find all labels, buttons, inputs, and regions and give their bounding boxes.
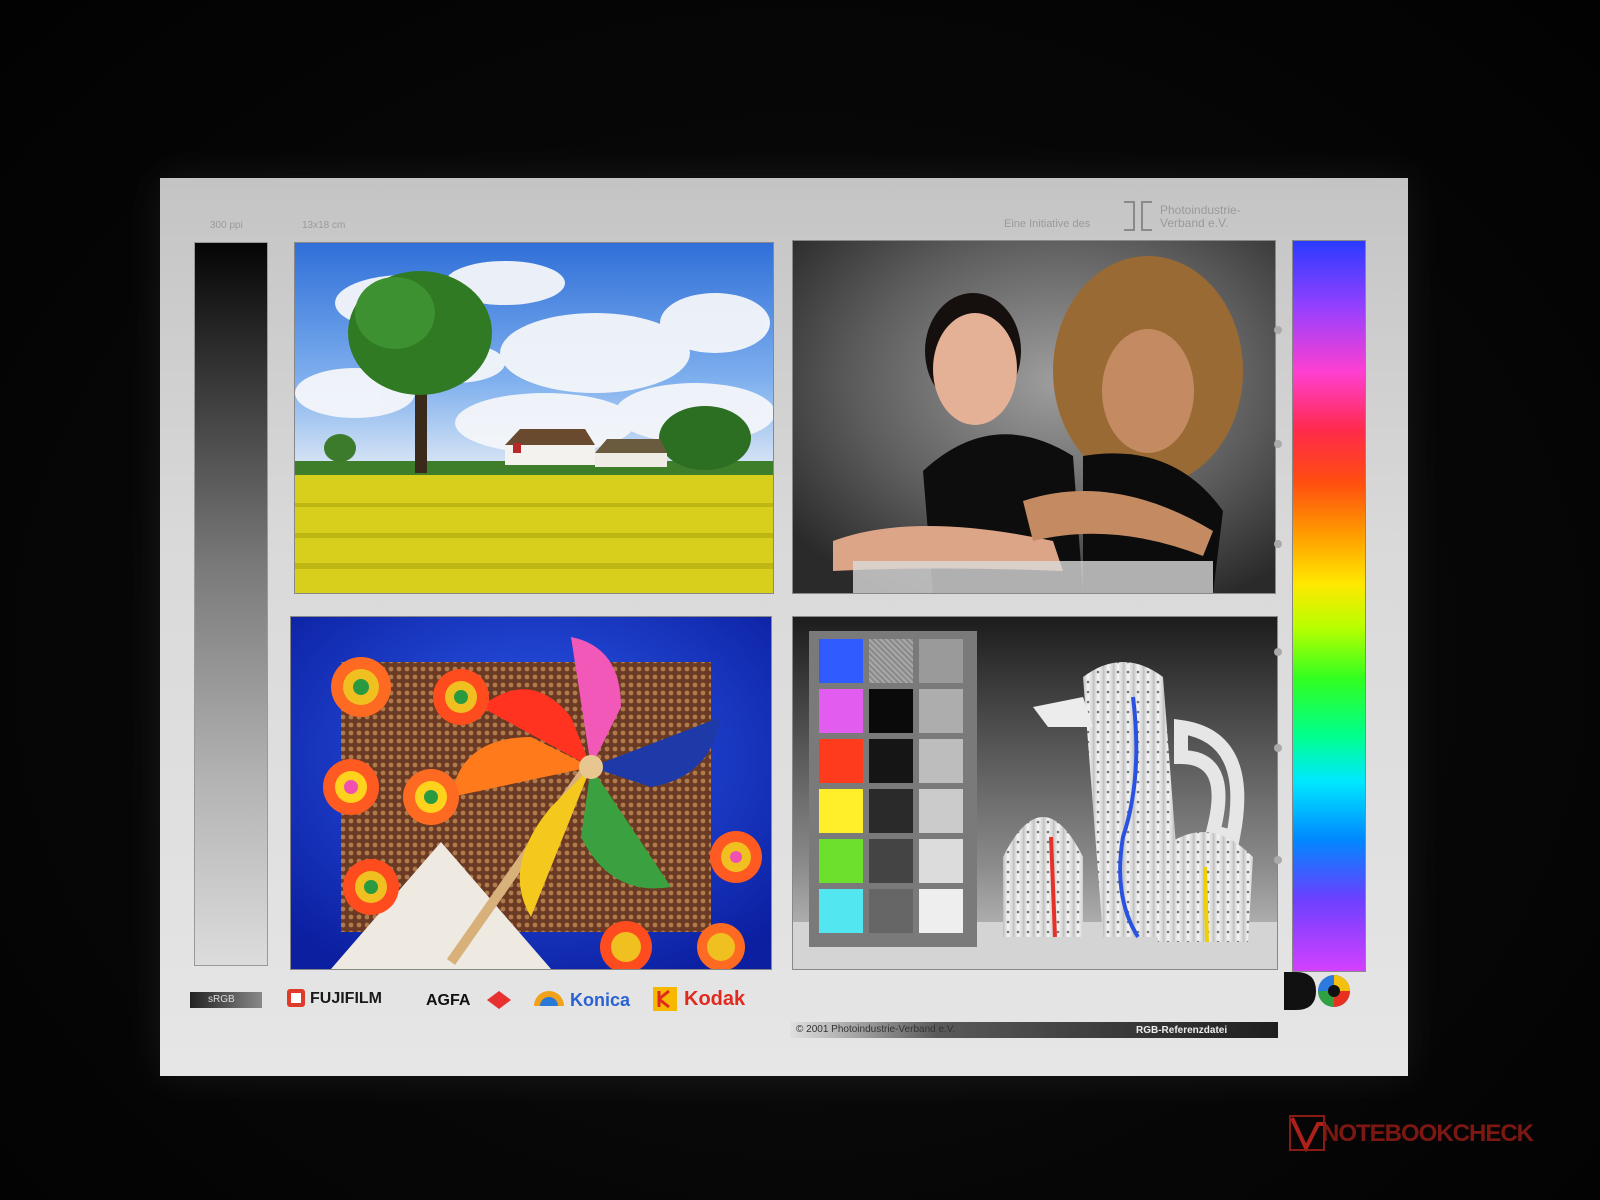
color-patch-yellow [819, 789, 863, 833]
pinwheel-photo [290, 616, 772, 970]
color-patch-cyan [819, 889, 863, 933]
gray-patch-7 [919, 689, 963, 733]
color-patch-magenta [819, 689, 863, 733]
srgb-label: sRGB [190, 992, 262, 1008]
brand-kodak: Kodak [684, 988, 746, 1010]
gray-patch-5 [869, 889, 913, 933]
grayscale-gradient-bar [194, 242, 268, 966]
copyright-text: © 2001 Photoindustrie-Verband e.V. [796, 1024, 956, 1035]
gray-patch-dither [869, 639, 913, 683]
gray-patch-10 [919, 839, 963, 883]
konica-logo-icon [534, 991, 564, 1006]
gray-patch-6 [919, 639, 963, 683]
gray-patch-8 [919, 739, 963, 783]
color-spectrum-bar [1292, 240, 1366, 972]
agfa-logo-icon [487, 991, 511, 1009]
ceramics-colorchart-photo [792, 616, 1278, 970]
gray-patch-1 [869, 689, 913, 733]
brand-agfa: AGFA [426, 992, 471, 1009]
color-patch-green [819, 839, 863, 883]
color-patch-red [819, 739, 863, 783]
brand-konica: Konica [570, 990, 631, 1010]
initiative-label: Eine Initiative des [1004, 218, 1091, 230]
reference-label: RGB-Referenzdatei [1136, 1025, 1228, 1036]
digitalphoto-logo-icon [1284, 972, 1350, 1010]
notebookcheck-watermark: NOTEBOOKCHECK [1322, 1120, 1534, 1147]
size-label: 13x18 cm [302, 220, 346, 231]
landscape-photo [294, 242, 774, 594]
brand-fujifilm: FUJIFILM [310, 990, 382, 1007]
color-patch-blue [819, 639, 863, 683]
kodak-logo-icon [653, 987, 677, 1011]
ppi-label: 300 ppi [210, 220, 243, 231]
org-name: Photoindustrie- Verband e.V. [1160, 204, 1241, 230]
gray-patch-11 [919, 889, 963, 933]
portrait-photo [792, 240, 1276, 594]
gray-patch-3 [869, 789, 913, 833]
gray-patch-4 [869, 839, 913, 883]
gray-patch-2 [869, 739, 913, 783]
org-name-line2: Verband e.V. [1160, 216, 1229, 230]
gray-patch-9 [919, 789, 963, 833]
test-chart-sheet: 300 ppi 13x18 cm Eine Initiative des Pho… [160, 178, 1408, 1076]
pv-logo-icon [1124, 201, 1152, 231]
fujifilm-logo-icon [287, 989, 305, 1007]
